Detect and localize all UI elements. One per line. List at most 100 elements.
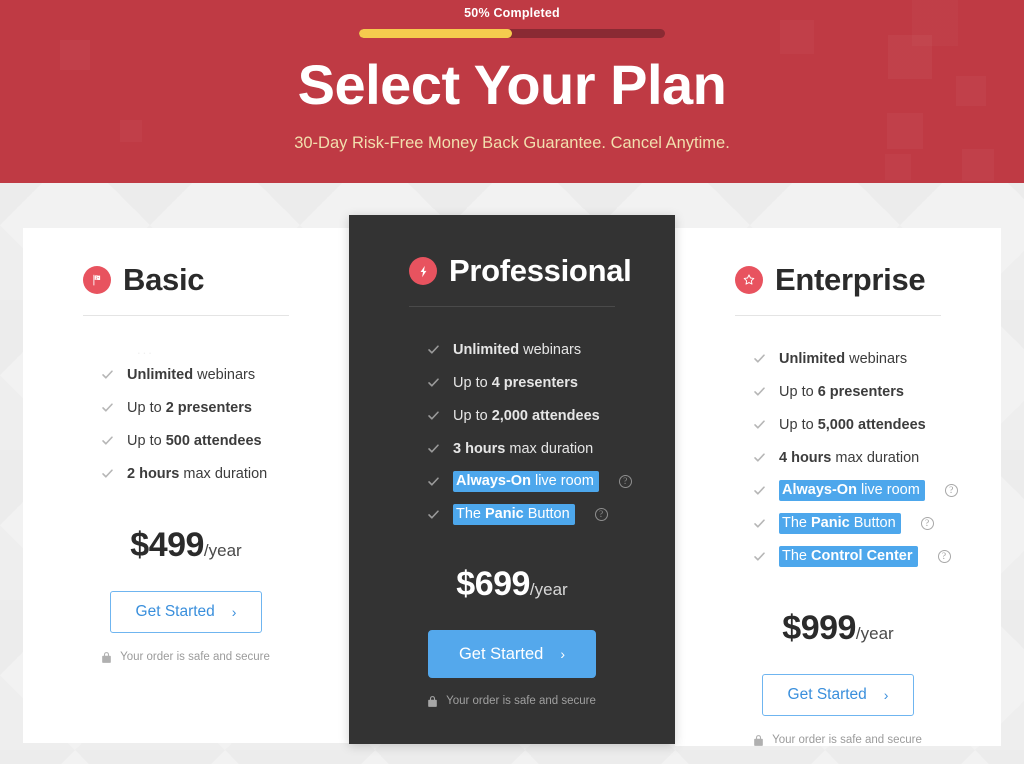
feature-item: 3 hours max duration <box>427 432 645 465</box>
divider <box>83 315 289 316</box>
feature-item: Unlimited webinars <box>753 342 971 375</box>
help-circle-icon[interactable]: ? <box>618 475 632 488</box>
check-icon <box>428 378 439 387</box>
feature-text: 4 hours max duration <box>779 449 920 466</box>
check-icon <box>428 510 439 519</box>
check-icon <box>754 420 765 429</box>
plan-name: Enterprise <box>775 262 926 297</box>
progress-bar <box>359 29 665 38</box>
lock-icon <box>754 734 763 746</box>
feature-item: Unlimited webinars <box>427 333 645 366</box>
help-circle-icon[interactable]: ? <box>920 517 934 530</box>
get-started-button-enterprise[interactable]: Get Started › <box>762 674 914 716</box>
price-period: /year <box>203 541 242 560</box>
secure-text: Your order is safe and secure <box>446 695 596 707</box>
feature-text: Always-On live room <box>453 471 599 492</box>
feature-item: The Control Center? <box>753 540 971 573</box>
feature-text: The Panic Button <box>453 504 575 525</box>
check-icon <box>102 469 113 478</box>
cta-label: Get Started <box>787 686 867 703</box>
pricing-card-basic: Basic... Unlimited webinars Up to 2 presen… <box>23 228 349 743</box>
feature-item: Always-On live room? <box>753 474 971 507</box>
feature-item: Up to 500 attendees <box>101 424 319 457</box>
cta-label: Get Started <box>458 644 544 663</box>
plan-name: Professional <box>449 253 632 288</box>
lock-icon <box>428 695 437 707</box>
feature-item: Up to 6 presenters <box>753 375 971 408</box>
feature-item: The Panic Button? <box>753 507 971 540</box>
help-circle-icon[interactable]: ? <box>594 508 608 521</box>
check-icon <box>754 486 765 495</box>
feature-item: 4 hours max duration <box>753 441 971 474</box>
pricing-card-professional: Professional Unlimited webinars Up to 4 pr… <box>349 215 675 744</box>
feature-item: 2 hours max duration <box>101 457 319 490</box>
lightning-bolt-icon <box>409 257 437 285</box>
chevron-right-icon: › <box>231 604 237 620</box>
lock-icon <box>102 651 111 663</box>
feature-list-professional: Unlimited webinars Up to 4 presenters Up t… <box>379 333 645 531</box>
pricing-card-enterprise: Enterprise Unlimited webinars Up to 6 pres… <box>675 228 1001 746</box>
price-amount: $999 <box>782 609 856 647</box>
feature-text: Up to 4 presenters <box>453 374 578 391</box>
check-icon <box>428 477 439 486</box>
page-header: 50% Completed Select Your Plan 30-Day Ri… <box>0 0 1024 183</box>
divider <box>735 315 941 316</box>
plan-header-basic: Basic <box>53 262 319 298</box>
feature-text: The Panic Button <box>779 513 901 534</box>
pricing-cards: Basic... Unlimited webinars Up to 2 presen… <box>23 183 1001 746</box>
check-icon <box>754 387 765 396</box>
feature-text: Unlimited webinars <box>779 350 908 367</box>
feature-list-basic: ... Unlimited webinars Up to 2 presenters U… <box>53 342 319 490</box>
price-row: $999/year <box>705 609 971 648</box>
feature-item: Up to 2,000 attendees <box>427 399 645 432</box>
feature-text: Unlimited webinars <box>453 341 582 358</box>
secure-notice: Your order is safe and secure <box>53 651 319 663</box>
price-amount: $499 <box>130 526 204 564</box>
feature-text: 3 hours max duration <box>453 440 594 457</box>
price-period: /year <box>529 580 568 599</box>
check-icon <box>102 370 113 379</box>
check-icon <box>754 519 765 528</box>
feature-text: Up to 2 presenters <box>127 399 252 416</box>
price-row: $499/year <box>53 526 319 565</box>
price-amount: $699 <box>456 565 530 603</box>
get-started-button-professional[interactable]: Get Started › <box>428 630 596 678</box>
cta-label: Get Started <box>135 603 215 620</box>
cta-wrapper: Get Started › <box>379 630 645 678</box>
secure-text: Your order is safe and secure <box>120 651 270 663</box>
feature-text: Up to 2,000 attendees <box>453 407 600 424</box>
divider <box>409 306 615 307</box>
check-icon <box>428 345 439 354</box>
feature-text: Up to 5,000 attendees <box>779 416 926 433</box>
cta-wrapper: Get Started › <box>705 674 971 716</box>
price-period: /year <box>855 624 894 643</box>
page-title: Select Your Plan <box>297 53 727 116</box>
feature-text: 2 hours max duration <box>127 465 268 482</box>
help-circle-icon[interactable]: ? <box>944 484 958 497</box>
get-started-button-basic[interactable]: Get Started › <box>110 591 262 633</box>
plan-name: Basic <box>123 262 205 297</box>
secure-text: Your order is safe and secure <box>772 734 922 746</box>
feature-item: The Panic Button? <box>427 498 645 531</box>
feature-item: Unlimited webinars <box>101 358 319 391</box>
chevron-right-icon: › <box>883 687 889 703</box>
feature-placeholder: ... <box>137 342 154 357</box>
star-icon <box>735 266 763 294</box>
feature-text: Unlimited webinars <box>127 366 256 383</box>
feature-item: Always-On live room? <box>427 465 645 498</box>
check-icon <box>754 552 765 561</box>
feature-item: Up to 4 presenters <box>427 366 645 399</box>
feature-text: The Control Center <box>779 546 918 567</box>
secure-notice: Your order is safe and secure <box>705 734 971 746</box>
check-icon <box>428 411 439 420</box>
check-icon <box>428 444 439 453</box>
help-circle-icon[interactable]: ? <box>937 550 951 563</box>
check-icon <box>754 453 765 462</box>
plan-header-enterprise: Enterprise <box>705 262 971 298</box>
price-row: $699/year <box>379 565 645 604</box>
feature-text: Always-On live room <box>779 480 925 501</box>
cta-wrapper: Get Started › <box>53 591 319 633</box>
check-icon <box>102 403 113 412</box>
secure-notice: Your order is safe and secure <box>379 695 645 707</box>
check-icon <box>754 354 765 363</box>
